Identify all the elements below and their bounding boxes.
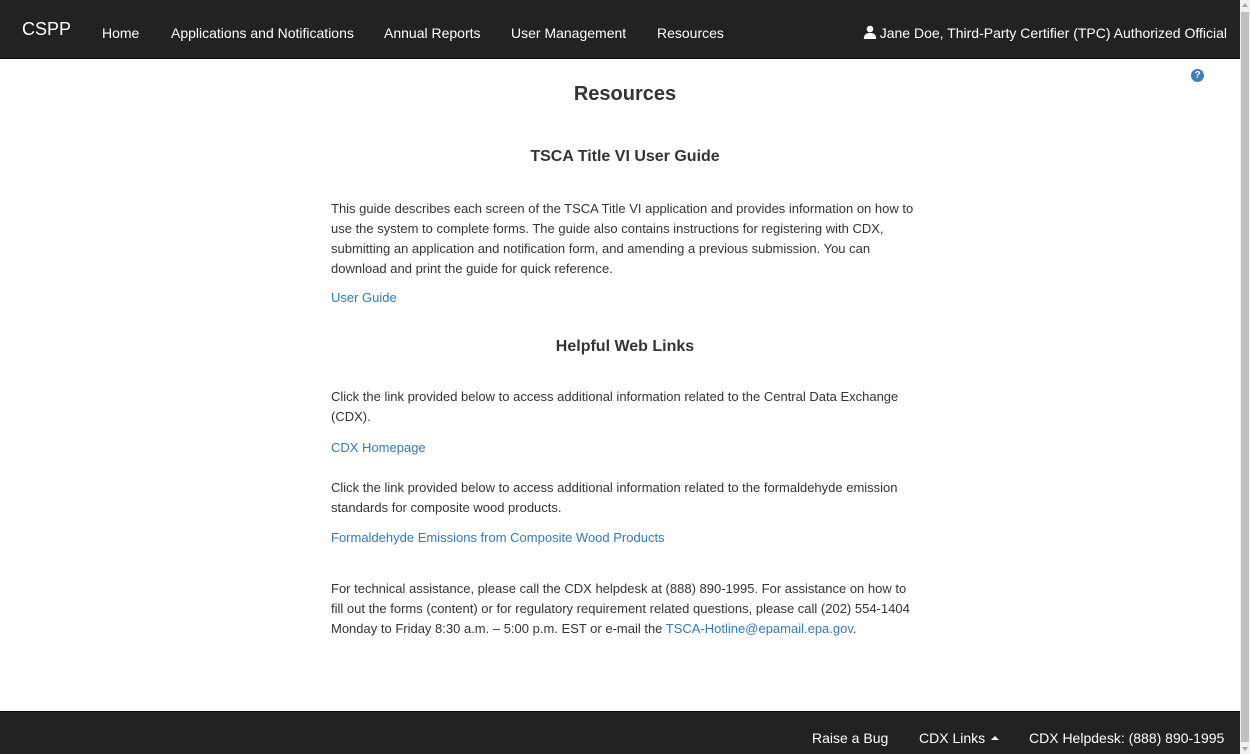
app-window: CSPP Home Applications and Notifications… [0, 0, 1250, 754]
scroll-thumb[interactable] [1241, 12, 1249, 742]
user-menu[interactable]: Jane Doe, Third-Party Certifier (TPC) Au… [863, 0, 1227, 59]
nav-applications-and-notifications[interactable]: Applications and Notifications [171, 0, 354, 59]
scroll-down-arrow-icon[interactable] [1242, 747, 1248, 751]
technical-assistance-end: . [852, 621, 857, 636]
nav-home[interactable]: Home [102, 0, 139, 59]
user-guide-link-row: User Guide [331, 288, 397, 308]
formaldehyde-description: Click the link provided below to access … [331, 480, 898, 515]
brand-link[interactable]: CSPP [22, 0, 71, 59]
cdx-link-row: CDX Homepage [331, 438, 426, 458]
user-guide-description: This guide describes each screen of the … [331, 201, 914, 276]
footer-bar: Raise a Bug CDX Links CDX Helpdesk: (888… [0, 711, 1240, 754]
nav-user-management[interactable]: User Management [511, 0, 626, 59]
cdx-helpdesk-link[interactable]: CDX Helpdesk: (888) 890-1995 [1029, 712, 1224, 754]
tsca-hotline-email-link[interactable]: TSCA-Hotline@epamail.epa.gov [666, 621, 853, 636]
technical-assistance-text: For technical assistance, please call th… [331, 579, 919, 639]
helpful-web-links-heading: Helpful Web Links [555, 338, 695, 355]
formaldehyde-emissions-link[interactable]: Formaldehyde Emissions from Composite Wo… [331, 530, 665, 545]
cdx-description: Click the link provided below to access … [331, 389, 899, 424]
cdx-links-dropdown[interactable]: CDX Links [919, 712, 1000, 754]
nav-resources[interactable]: Resources [657, 0, 724, 59]
caret-up-icon [991, 736, 1000, 740]
user-name-label: Jane Doe, Third-Party Certifier (TPC) Au… [879, 25, 1227, 41]
raise-bug-link[interactable]: Raise a Bug [812, 712, 888, 754]
question-circle-icon[interactable]: ? [1191, 69, 1204, 82]
user-guide-heading: TSCA Title VI User Guide [530, 148, 720, 165]
nav-annual-reports[interactable]: Annual Reports [384, 0, 481, 59]
page-title: Resources [573, 83, 677, 105]
top-navbar: CSPP Home Applications and Notifications… [0, 0, 1240, 59]
scroll-up-arrow-icon[interactable] [1242, 3, 1248, 7]
cdx-homepage-link[interactable]: CDX Homepage [331, 440, 426, 455]
vertical-scrollbar[interactable] [1240, 0, 1250, 754]
user-icon [863, 25, 877, 39]
formaldehyde-link-row: Formaldehyde Emissions from Composite Wo… [331, 528, 665, 548]
cdx-links-label: CDX Links [919, 730, 986, 746]
user-guide-link[interactable]: User Guide [331, 290, 397, 305]
